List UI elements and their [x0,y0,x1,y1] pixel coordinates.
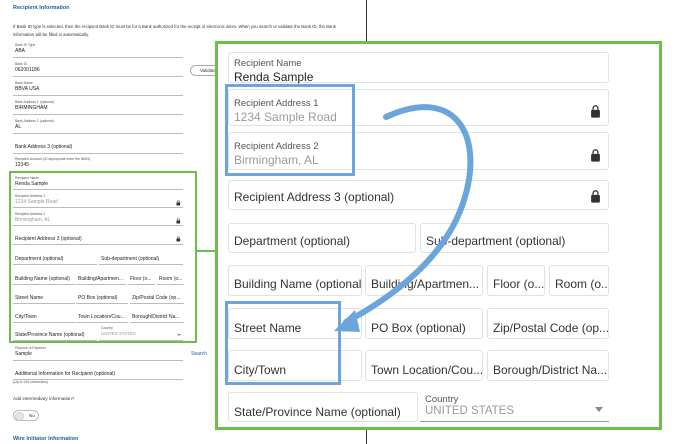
po-box-input[interactable]: PO Box (optional) [365,308,483,339]
recipient-name-input[interactable]: Recipient Name Renda Sample [228,52,609,84]
bank-id-note: If Bank ID type is selected, then the re… [13,24,336,37]
building-number-input[interactable]: Building/Apartmen... [365,265,483,296]
bank-address-2-field: Bank Address 2 (optional) AL [13,119,183,134]
building-name-input[interactable]: Building Name (optional) [228,265,362,296]
wire-initiator-title: Wire Initiator Information [13,436,79,442]
recipient-account-input[interactable]: Recipient Account (ID appropriate enter … [13,157,183,172]
char-limit-hint: (Up to 140 characters) [13,380,48,384]
toggle-knob [14,411,24,421]
intermediary-toggle[interactable]: No [13,410,39,421]
borough-district-input[interactable]: Borough/District Na... [487,350,609,381]
country-select[interactable]: Country UNITED STATES [420,392,609,422]
purpose-of-payment-input[interactable]: Purpose of Payment Sample [13,346,183,361]
section-title: Recipient Information [13,5,70,11]
town-location-input[interactable]: Town Location/Cou... [365,350,483,381]
bank-id-type-select[interactable]: Bank ID Type ABA [13,43,183,58]
search-link[interactable]: Search [191,351,207,357]
additional-info-input[interactable]: Additional Information for Recipient (op… [13,367,183,380]
connector-line [197,250,216,252]
floor-input[interactable]: Floor (o... [487,265,545,296]
room-input[interactable]: Room (o... [549,265,609,296]
bank-address-1-field: Bank Address 1 (optional) BIRMINGHAM [13,100,183,115]
small-highlight-box [9,171,197,343]
sub-department-input[interactable]: Sub-department (optional) [420,223,609,253]
address-highlight-box [225,84,355,176]
lock-icon [590,189,601,203]
street-city-highlight-box [225,301,341,385]
zoomed-recipient-panel: Recipient Name Renda Sample Recipient Ad… [215,41,662,430]
lock-icon [590,104,601,118]
zip-postal-code-input[interactable]: Zip/Postal Code (op... [487,308,609,339]
bank-address-3-input[interactable]: Bank Address 3 (optional) [13,140,183,154]
lock-icon [590,148,601,162]
intermediary-question: Add intermediary information? [13,396,75,401]
state-province-input[interactable]: State/Province Name (optional) [228,392,418,422]
recipient-address-3-field: Recipient Address 3 (optional) [228,180,609,210]
bank-id-input[interactable]: Bank ID 062001186 [13,62,183,77]
bank-name-field: Bank Name BBVA USA [13,81,183,96]
chevron-down-icon [595,407,603,412]
department-input[interactable]: Department (optional) [228,223,416,253]
